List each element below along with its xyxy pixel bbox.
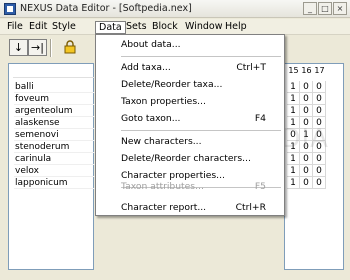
menu-bar: File Edit Style Data Sets Block Window H…	[0, 19, 350, 35]
taxon-row[interactable]: argenteolum	[14, 105, 98, 117]
menu-item-goto-taxon[interactable]: Goto taxon... F4	[96, 110, 284, 127]
matrix-cell[interactable]: 1	[287, 105, 300, 117]
matrix-cell[interactable]: 0	[313, 165, 326, 177]
menu-style[interactable]: Style	[49, 21, 79, 34]
matrix-cell[interactable]: 0	[313, 117, 326, 129]
matrix-cell[interactable]: 0	[313, 177, 326, 189]
matrix-cell[interactable]: 1	[287, 93, 300, 105]
menu-item-new-characters[interactable]: New characters...	[96, 133, 284, 150]
matrix-column-header[interactable]: 17	[313, 66, 326, 75]
window-title: NEXUS Data Editor - [Softpedia.nex]	[20, 3, 192, 14]
menu-help[interactable]: Help	[222, 21, 250, 34]
taxon-name: argenteolum	[15, 106, 73, 116]
matrix-cell[interactable]: 0	[313, 81, 326, 93]
app-icon	[4, 3, 16, 15]
menu-item-character-report[interactable]: Character report... Ctrl+R	[96, 199, 284, 216]
menu-sets[interactable]: Sets	[123, 21, 150, 34]
matrix-cell[interactable]: 1	[300, 129, 313, 141]
menu-separator	[121, 56, 281, 57]
taxon-name: carinula	[15, 154, 52, 164]
matrix-cell[interactable]: 0	[300, 93, 313, 105]
taxon-name: foveum	[15, 94, 50, 104]
menu-data[interactable]: Data	[95, 21, 126, 34]
minimize-button[interactable]: _	[303, 2, 317, 15]
horizontal-scrollbar[interactable]	[8, 270, 344, 278]
menu-window[interactable]: Window	[182, 21, 225, 34]
menu-edit[interactable]: Edit	[26, 21, 50, 34]
matrix-cell[interactable]: 0	[313, 93, 326, 105]
menu-file[interactable]: File	[4, 21, 26, 34]
title-bar: NEXUS Data Editor - [Softpedia.nex] _ □ …	[0, 0, 350, 18]
taxon-name: balli	[15, 82, 34, 92]
menu-item-taxon-properties[interactable]: Taxon properties...	[96, 93, 284, 110]
matrix-cell[interactable]: 0	[300, 141, 313, 153]
taxon-row[interactable]: velox	[14, 165, 98, 177]
taxon-name: stenoderum	[15, 142, 70, 152]
move-right-button[interactable]: →|	[28, 39, 47, 56]
matrix-cell[interactable]: 0	[300, 105, 313, 117]
taxon-name: alaskense	[15, 118, 60, 128]
matrix-cell[interactable]: 0	[300, 177, 313, 189]
close-button[interactable]: ×	[333, 2, 347, 15]
matrix-cell[interactable]: 1	[287, 81, 300, 93]
taxon-row[interactable]: balli	[14, 81, 98, 93]
matrix-cell[interactable]: 1	[287, 165, 300, 177]
matrix-cell[interactable]: 0	[300, 153, 313, 165]
menu-item-taxon-attributes: Taxon attributes... F5	[121, 181, 266, 192]
taxon-row[interactable]: carinula	[14, 153, 98, 165]
matrix-cell[interactable]: 1	[287, 117, 300, 129]
taxon-name: velox	[15, 166, 39, 176]
matrix-cell[interactable]: 1	[287, 141, 300, 153]
matrix-cell[interactable]: 0	[313, 105, 326, 117]
menu-item-add-taxa[interactable]: Add taxa... Ctrl+T	[96, 59, 284, 76]
menu-item-about-data[interactable]: About data...	[96, 36, 284, 53]
matrix-cell[interactable]: 0	[300, 165, 313, 177]
menu-separator	[121, 130, 281, 131]
data-menu-dropdown: About data... Add taxa... Ctrl+T Delete/…	[95, 34, 285, 216]
matrix-cell[interactable]: 0	[313, 141, 326, 153]
matrix-cell[interactable]: 1	[287, 153, 300, 165]
taxon-name: semenovi	[15, 130, 59, 140]
toolbar-separator	[50, 39, 52, 57]
menu-block[interactable]: Block	[149, 21, 181, 34]
taxon-row[interactable]: semenovi	[14, 129, 98, 141]
taxon-row[interactable]: foveum	[14, 93, 98, 105]
taxon-row[interactable]: alaskense	[14, 117, 98, 129]
taxon-name: lapponicum	[15, 178, 68, 188]
taxa-list-header	[13, 66, 97, 78]
taxon-row[interactable]: lapponicum	[14, 177, 98, 189]
taxon-row[interactable]: stenoderum	[14, 141, 98, 153]
matrix-column-header[interactable]: 15	[287, 66, 300, 75]
matrix-cell[interactable]: 0	[300, 81, 313, 93]
move-down-button[interactable]: ↓	[9, 39, 28, 56]
matrix-cell[interactable]: 0	[313, 129, 326, 141]
matrix-column-header[interactable]: 16	[300, 66, 313, 75]
lock-icon[interactable]	[63, 40, 77, 54]
matrix-cell[interactable]: 1	[287, 177, 300, 189]
menu-item-delete-reorder-characters[interactable]: Delete/Reorder characters...	[96, 150, 284, 167]
maximize-button[interactable]: □	[318, 2, 332, 15]
menu-item-delete-reorder-taxa[interactable]: Delete/Reorder taxa...	[96, 76, 284, 93]
matrix-cell[interactable]: 0	[300, 117, 313, 129]
matrix-cell[interactable]: 0	[287, 129, 300, 141]
matrix-cell[interactable]: 0	[313, 153, 326, 165]
